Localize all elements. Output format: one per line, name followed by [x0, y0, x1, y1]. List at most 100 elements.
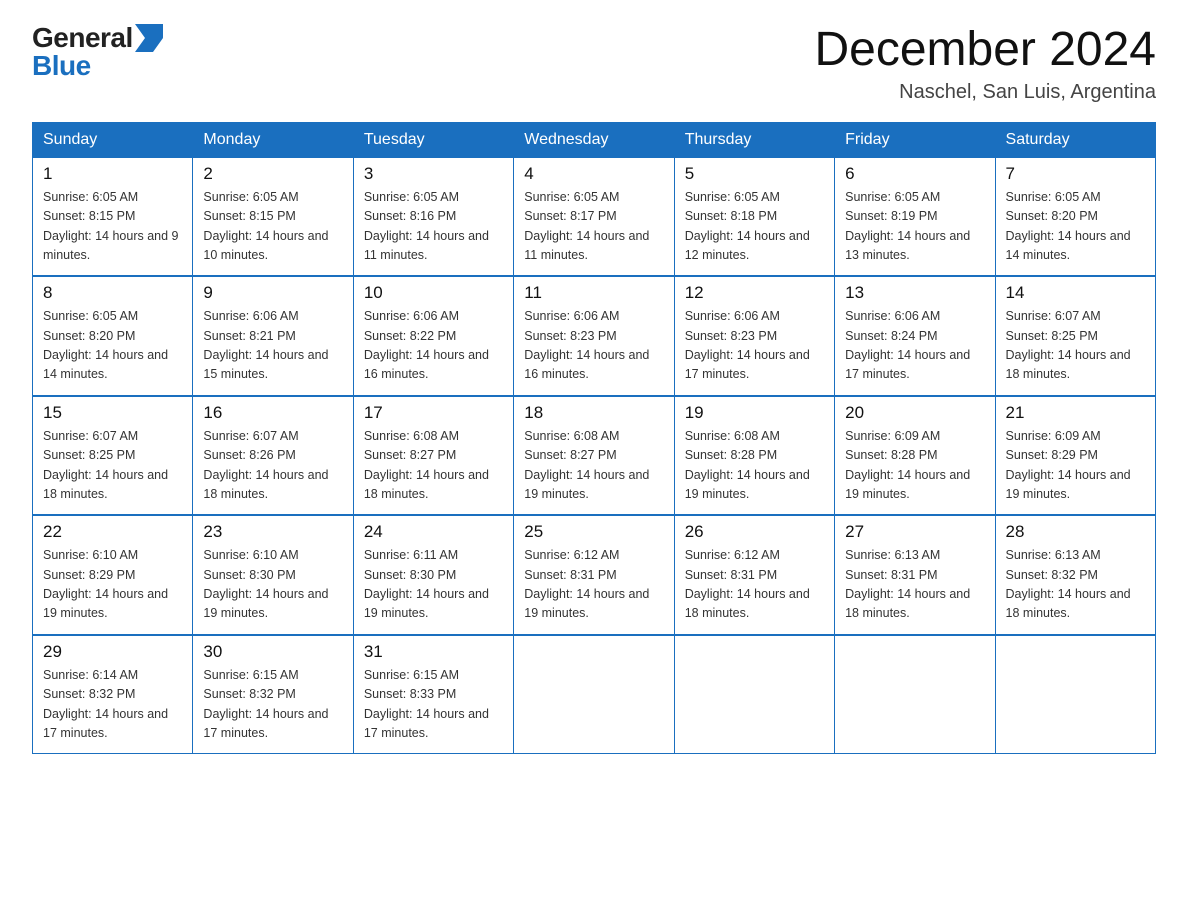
day-number: 31 [364, 642, 503, 662]
calendar-cell: 27 Sunrise: 6:13 AM Sunset: 8:31 PM Dayl… [835, 515, 995, 635]
calendar-cell: 19 Sunrise: 6:08 AM Sunset: 8:28 PM Dayl… [674, 396, 834, 516]
day-info: Sunrise: 6:09 AM Sunset: 8:28 PM Dayligh… [845, 427, 984, 505]
calendar-cell: 31 Sunrise: 6:15 AM Sunset: 8:33 PM Dayl… [353, 635, 513, 754]
day-number: 8 [43, 283, 182, 303]
day-number: 12 [685, 283, 824, 303]
day-info: Sunrise: 6:07 AM Sunset: 8:25 PM Dayligh… [1006, 307, 1145, 385]
day-number: 11 [524, 283, 663, 303]
day-number: 15 [43, 403, 182, 423]
calendar-cell: 1 Sunrise: 6:05 AM Sunset: 8:15 PM Dayli… [33, 157, 193, 276]
day-number: 13 [845, 283, 984, 303]
calendar-week-row: 8 Sunrise: 6:05 AM Sunset: 8:20 PM Dayli… [33, 276, 1156, 396]
calendar-cell: 13 Sunrise: 6:06 AM Sunset: 8:24 PM Dayl… [835, 276, 995, 396]
calendar-table: SundayMondayTuesdayWednesdayThursdayFrid… [32, 122, 1156, 755]
day-info: Sunrise: 6:06 AM Sunset: 8:22 PM Dayligh… [364, 307, 503, 385]
calendar-cell: 9 Sunrise: 6:06 AM Sunset: 8:21 PM Dayli… [193, 276, 353, 396]
calendar-cell: 5 Sunrise: 6:05 AM Sunset: 8:18 PM Dayli… [674, 157, 834, 276]
weekday-header-sunday: Sunday [33, 122, 193, 157]
day-number: 16 [203, 403, 342, 423]
calendar-body: 1 Sunrise: 6:05 AM Sunset: 8:15 PM Dayli… [33, 157, 1156, 754]
calendar-cell: 28 Sunrise: 6:13 AM Sunset: 8:32 PM Dayl… [995, 515, 1155, 635]
day-info: Sunrise: 6:13 AM Sunset: 8:32 PM Dayligh… [1006, 546, 1145, 624]
day-info: Sunrise: 6:07 AM Sunset: 8:25 PM Dayligh… [43, 427, 182, 505]
calendar-cell: 20 Sunrise: 6:09 AM Sunset: 8:28 PM Dayl… [835, 396, 995, 516]
day-info: Sunrise: 6:05 AM Sunset: 8:15 PM Dayligh… [43, 188, 182, 266]
calendar-cell: 30 Sunrise: 6:15 AM Sunset: 8:32 PM Dayl… [193, 635, 353, 754]
day-number: 2 [203, 164, 342, 184]
day-info: Sunrise: 6:05 AM Sunset: 8:17 PM Dayligh… [524, 188, 663, 266]
calendar-cell: 11 Sunrise: 6:06 AM Sunset: 8:23 PM Dayl… [514, 276, 674, 396]
day-info: Sunrise: 6:06 AM Sunset: 8:21 PM Dayligh… [203, 307, 342, 385]
calendar-cell [514, 635, 674, 754]
day-info: Sunrise: 6:06 AM Sunset: 8:23 PM Dayligh… [524, 307, 663, 385]
weekday-header-thursday: Thursday [674, 122, 834, 157]
day-number: 5 [685, 164, 824, 184]
calendar-subtitle: Naschel, San Luis, Argentina [814, 81, 1156, 104]
calendar-cell [674, 635, 834, 754]
calendar-cell: 10 Sunrise: 6:06 AM Sunset: 8:22 PM Dayl… [353, 276, 513, 396]
calendar-cell: 14 Sunrise: 6:07 AM Sunset: 8:25 PM Dayl… [995, 276, 1155, 396]
day-number: 28 [1006, 522, 1145, 542]
day-number: 24 [364, 522, 503, 542]
day-info: Sunrise: 6:08 AM Sunset: 8:27 PM Dayligh… [524, 427, 663, 505]
day-number: 23 [203, 522, 342, 542]
day-info: Sunrise: 6:08 AM Sunset: 8:27 PM Dayligh… [364, 427, 503, 505]
day-number: 3 [364, 164, 503, 184]
day-info: Sunrise: 6:14 AM Sunset: 8:32 PM Dayligh… [43, 666, 182, 744]
day-info: Sunrise: 6:10 AM Sunset: 8:30 PM Dayligh… [203, 546, 342, 624]
day-number: 29 [43, 642, 182, 662]
weekday-header-wednesday: Wednesday [514, 122, 674, 157]
calendar-cell: 24 Sunrise: 6:11 AM Sunset: 8:30 PM Dayl… [353, 515, 513, 635]
day-number: 21 [1006, 403, 1145, 423]
calendar-cell: 25 Sunrise: 6:12 AM Sunset: 8:31 PM Dayl… [514, 515, 674, 635]
calendar-week-row: 1 Sunrise: 6:05 AM Sunset: 8:15 PM Dayli… [33, 157, 1156, 276]
day-number: 7 [1006, 164, 1145, 184]
calendar-cell: 16 Sunrise: 6:07 AM Sunset: 8:26 PM Dayl… [193, 396, 353, 516]
day-number: 27 [845, 522, 984, 542]
day-number: 10 [364, 283, 503, 303]
logo-blue-text: Blue [32, 52, 163, 80]
day-info: Sunrise: 6:05 AM Sunset: 8:20 PM Dayligh… [43, 307, 182, 385]
calendar-cell: 3 Sunrise: 6:05 AM Sunset: 8:16 PM Dayli… [353, 157, 513, 276]
calendar-cell: 17 Sunrise: 6:08 AM Sunset: 8:27 PM Dayl… [353, 396, 513, 516]
day-number: 30 [203, 642, 342, 662]
calendar-cell: 21 Sunrise: 6:09 AM Sunset: 8:29 PM Dayl… [995, 396, 1155, 516]
day-number: 6 [845, 164, 984, 184]
day-number: 1 [43, 164, 182, 184]
calendar-week-row: 15 Sunrise: 6:07 AM Sunset: 8:25 PM Dayl… [33, 396, 1156, 516]
calendar-cell: 6 Sunrise: 6:05 AM Sunset: 8:19 PM Dayli… [835, 157, 995, 276]
calendar-cell [995, 635, 1155, 754]
calendar-cell: 12 Sunrise: 6:06 AM Sunset: 8:23 PM Dayl… [674, 276, 834, 396]
day-info: Sunrise: 6:05 AM Sunset: 8:15 PM Dayligh… [203, 188, 342, 266]
day-info: Sunrise: 6:07 AM Sunset: 8:26 PM Dayligh… [203, 427, 342, 505]
calendar-cell: 4 Sunrise: 6:05 AM Sunset: 8:17 PM Dayli… [514, 157, 674, 276]
calendar-cell: 18 Sunrise: 6:08 AM Sunset: 8:27 PM Dayl… [514, 396, 674, 516]
calendar-week-row: 22 Sunrise: 6:10 AM Sunset: 8:29 PM Dayl… [33, 515, 1156, 635]
day-info: Sunrise: 6:05 AM Sunset: 8:20 PM Dayligh… [1006, 188, 1145, 266]
calendar-cell: 22 Sunrise: 6:10 AM Sunset: 8:29 PM Dayl… [33, 515, 193, 635]
day-info: Sunrise: 6:05 AM Sunset: 8:19 PM Dayligh… [845, 188, 984, 266]
day-info: Sunrise: 6:05 AM Sunset: 8:16 PM Dayligh… [364, 188, 503, 266]
day-info: Sunrise: 6:15 AM Sunset: 8:33 PM Dayligh… [364, 666, 503, 744]
title-block: December 2024 Naschel, San Luis, Argenti… [814, 24, 1156, 104]
calendar-cell: 23 Sunrise: 6:10 AM Sunset: 8:30 PM Dayl… [193, 515, 353, 635]
calendar-cell: 2 Sunrise: 6:05 AM Sunset: 8:15 PM Dayli… [193, 157, 353, 276]
day-info: Sunrise: 6:12 AM Sunset: 8:31 PM Dayligh… [524, 546, 663, 624]
weekday-header-tuesday: Tuesday [353, 122, 513, 157]
calendar-cell: 7 Sunrise: 6:05 AM Sunset: 8:20 PM Dayli… [995, 157, 1155, 276]
page-header: General Blue December 2024 Naschel, San … [32, 24, 1156, 104]
day-info: Sunrise: 6:08 AM Sunset: 8:28 PM Dayligh… [685, 427, 824, 505]
weekday-header-friday: Friday [835, 122, 995, 157]
weekday-header-saturday: Saturday [995, 122, 1155, 157]
calendar-cell [835, 635, 995, 754]
calendar-cell: 15 Sunrise: 6:07 AM Sunset: 8:25 PM Dayl… [33, 396, 193, 516]
logo-icon [135, 24, 163, 52]
day-number: 9 [203, 283, 342, 303]
day-info: Sunrise: 6:13 AM Sunset: 8:31 PM Dayligh… [845, 546, 984, 624]
day-number: 25 [524, 522, 663, 542]
weekday-header-monday: Monday [193, 122, 353, 157]
logo-general-text: General [32, 24, 133, 52]
day-info: Sunrise: 6:15 AM Sunset: 8:32 PM Dayligh… [203, 666, 342, 744]
day-info: Sunrise: 6:11 AM Sunset: 8:30 PM Dayligh… [364, 546, 503, 624]
day-number: 18 [524, 403, 663, 423]
